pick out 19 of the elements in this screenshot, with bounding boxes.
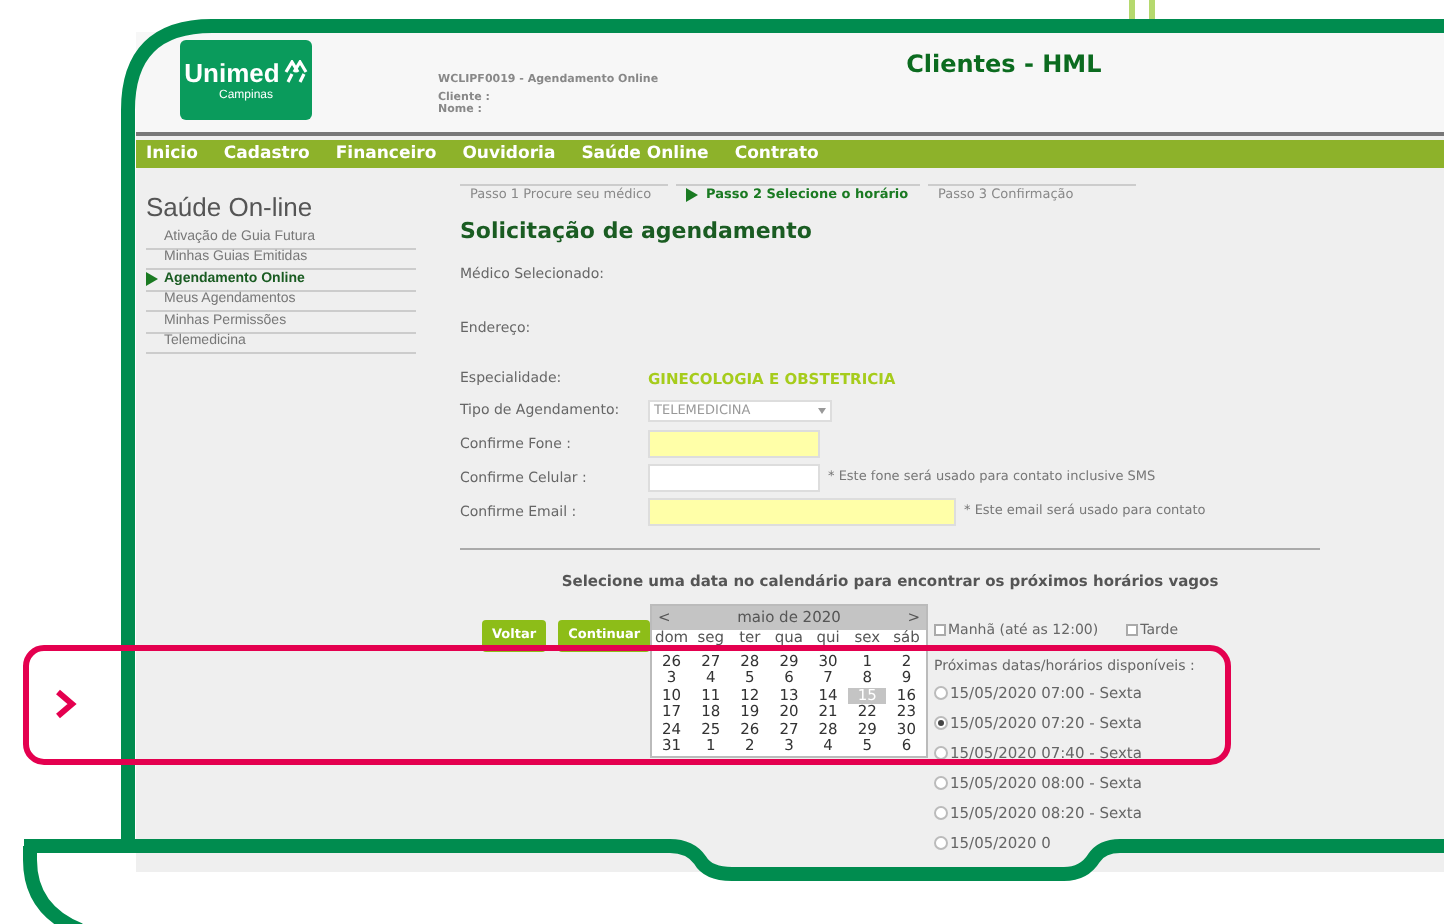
chevron-right-icon bbox=[54, 688, 78, 720]
sidebar-title: Saúde On-line bbox=[146, 194, 315, 220]
radio-button[interactable] bbox=[934, 835, 948, 850]
radio-button[interactable] bbox=[934, 775, 948, 790]
checkbox[interactable] bbox=[1126, 624, 1139, 636]
step-arrow-icon bbox=[686, 188, 698, 202]
input-field[interactable] bbox=[648, 430, 820, 458]
dropdown-caret-icon bbox=[818, 408, 826, 414]
input-field[interactable] bbox=[648, 498, 956, 526]
input-field[interactable] bbox=[648, 464, 820, 492]
logo-text: Unimed bbox=[184, 59, 280, 85]
radio-button[interactable] bbox=[934, 805, 948, 820]
radio-button[interactable] bbox=[934, 715, 948, 730]
system-title: Clientes - HML bbox=[906, 48, 1102, 82]
radio-button[interactable] bbox=[934, 745, 948, 760]
checkbox[interactable] bbox=[934, 624, 946, 636]
figures-icon bbox=[283, 60, 308, 84]
form-title: Solicitação de agendamento bbox=[460, 216, 814, 248]
radio-button[interactable] bbox=[934, 685, 948, 700]
